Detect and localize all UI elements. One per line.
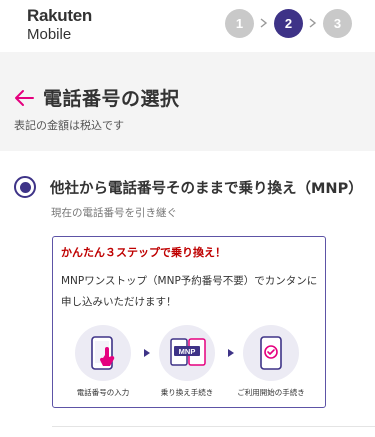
phone-tap-icon bbox=[75, 325, 131, 381]
flow-label-1: 電話番号の入力 bbox=[76, 388, 130, 397]
option-label: 他社から電話番号そのままで乗り換え（MNP） bbox=[50, 180, 363, 197]
tax-note: 表記の金額は税込です bbox=[14, 119, 124, 132]
mnp-info-box: かんたん３ステップで乗り換え！ MNPワンストップ（MNP予約番号不要）でカンタ… bbox=[52, 236, 326, 408]
flow-label-3: ご利用開始の手続き bbox=[237, 388, 305, 397]
info-body: MNPワンストップ（MNP予約番号不要）でカンタンに申し込みいただけます！ bbox=[61, 275, 318, 308]
mnp-option-radio[interactable]: 他社から電話番号そのままで乗り換え（MNP） bbox=[14, 176, 363, 198]
mnp-transfer-icon: MNP bbox=[159, 325, 215, 381]
phone-check-icon bbox=[243, 325, 299, 381]
rakuten-mobile-logo[interactable]: Rakuten Mobile bbox=[27, 7, 92, 42]
back-arrow-icon[interactable] bbox=[14, 89, 34, 107]
header: Rakuten Mobile 1 2 3 bbox=[0, 0, 375, 52]
three-step-flow: 電話番号の入力 MNP 乗り換え手続き ご利用開始の手続き bbox=[53, 325, 327, 405]
divider bbox=[52, 426, 375, 427]
radio-button-selected[interactable] bbox=[14, 176, 36, 198]
step-3: 3 bbox=[323, 8, 352, 38]
mnp-badge-text: MNP bbox=[179, 347, 196, 356]
logo-mobile-text: Mobile bbox=[27, 26, 72, 43]
chevron-right-icon bbox=[254, 18, 274, 28]
chevron-right-icon bbox=[303, 18, 323, 28]
step-2-active: 2 bbox=[274, 8, 303, 38]
option-description: 現在の電話番号を引き継ぐ bbox=[51, 207, 177, 219]
radio-dot bbox=[19, 181, 31, 193]
triangle-right-icon bbox=[228, 349, 234, 357]
step-indicator: 1 2 3 bbox=[225, 8, 352, 38]
flow-label-2: 乗り換え手続き bbox=[160, 388, 214, 397]
title-row: 電話番号の選択 bbox=[14, 84, 180, 111]
logo-rakuten-text: Rakuten bbox=[27, 6, 92, 25]
step-1: 1 bbox=[225, 8, 254, 38]
page-title: 電話番号の選択 bbox=[43, 88, 180, 110]
triangle-right-icon bbox=[144, 349, 150, 357]
info-heading: かんたん３ステップで乗り換え！ bbox=[61, 246, 226, 259]
